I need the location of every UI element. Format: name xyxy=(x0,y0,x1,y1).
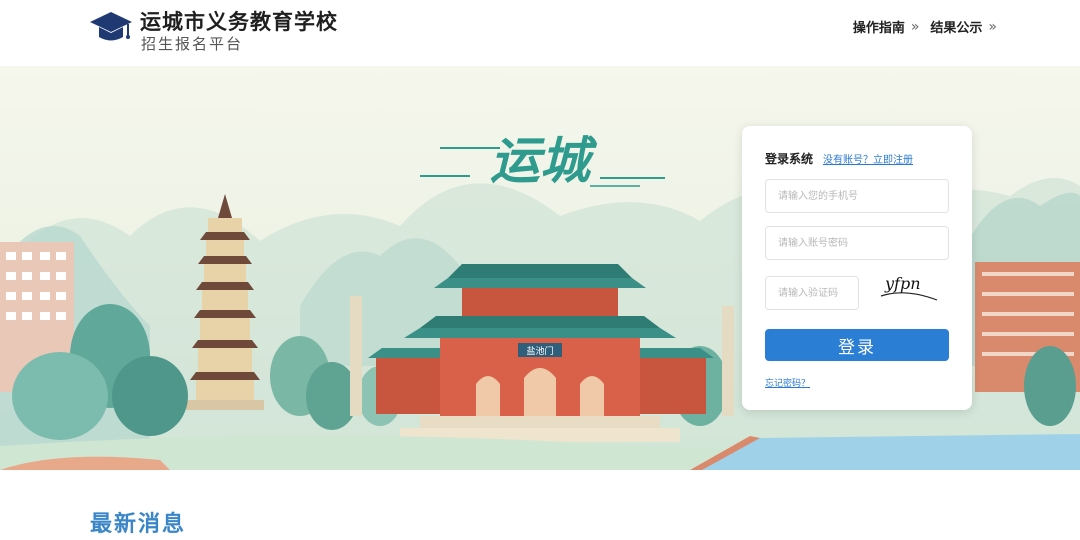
nav-guide-label: 操作指南 xyxy=(852,21,905,36)
password-input[interactable] xyxy=(765,226,949,260)
calligraphy-text: 运城 xyxy=(490,131,598,190)
captcha-input[interactable] xyxy=(765,276,859,310)
login-button[interactable]: 登录 xyxy=(765,329,949,361)
login-panel: 登录系统 没有账号？立即注册 yfpn 登录 忘记密码？ xyxy=(742,126,972,410)
nav-results-label: 结果公示 xyxy=(930,21,983,36)
top-nav: 操作指南 » 结果公示 » xyxy=(852,17,997,37)
login-title: 登录系统 xyxy=(765,152,814,166)
news-section-title: 最新消息 xyxy=(90,512,187,537)
nav-results-link[interactable]: 结果公示 » xyxy=(930,17,996,37)
gate-plaque-text: 盐池门 xyxy=(526,345,553,357)
phone-input[interactable] xyxy=(765,179,949,213)
nav-guide-link[interactable]: 操作指南 » xyxy=(852,17,919,37)
yuncheng-calligraphy: 运城 xyxy=(420,131,665,190)
captcha-noise-line xyxy=(880,292,938,301)
left-pillar xyxy=(350,296,362,416)
site-subtitle: 招生报名平台 xyxy=(141,35,244,53)
double-chevron-right-icon: » xyxy=(988,18,996,35)
forgot-password-link[interactable]: 忘记密码？ xyxy=(765,376,810,389)
register-link[interactable]: 没有账号？立即注册 xyxy=(823,151,913,166)
double-chevron-right-icon: » xyxy=(910,18,919,35)
site-title: 运城市义务教育学校 xyxy=(140,10,338,34)
captcha-image[interactable]: yfpn xyxy=(875,274,945,308)
right-pillar xyxy=(722,306,734,416)
graduation-cap-icon xyxy=(90,12,132,41)
top-header: 运城市义务教育学校 招生报名平台 操作指南 » 结果公示 » xyxy=(0,0,1080,66)
login-header: 登录系统 没有账号？立即注册 xyxy=(765,150,913,167)
